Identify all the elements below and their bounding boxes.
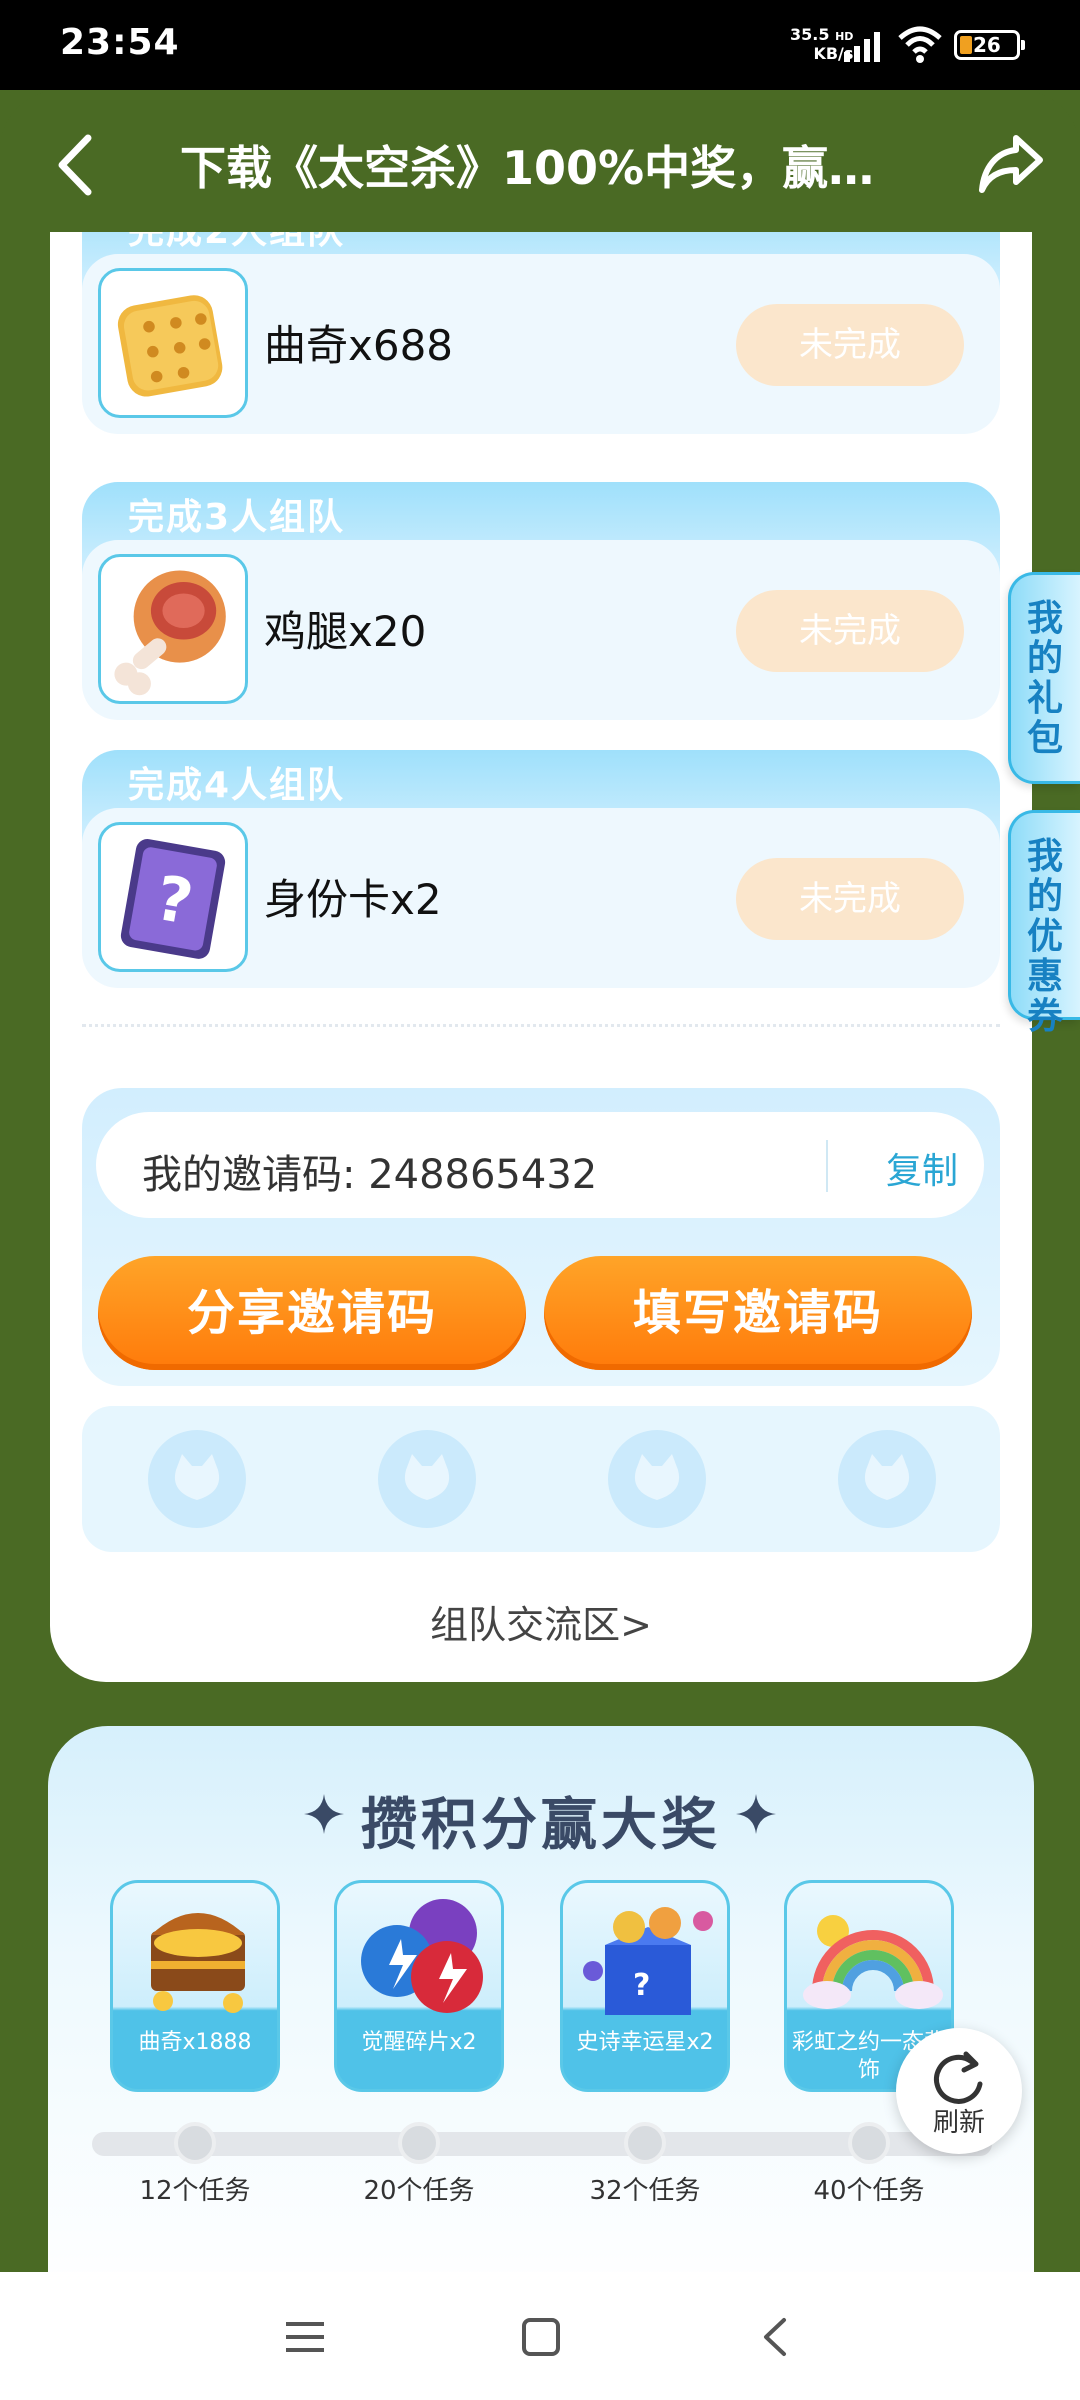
cookie-icon	[98, 268, 248, 418]
reward-status-button[interactable]: 未完成	[736, 858, 964, 940]
lucky-box-icon: ?	[583, 1907, 713, 2015]
team-reward-2: 完成2人组队 曲奇x688 未完成	[82, 232, 1000, 434]
reward-status-button[interactable]: 未完成	[736, 304, 964, 386]
avatar-placeholder[interactable]	[378, 1430, 476, 1528]
progress-node	[624, 2122, 666, 2164]
sparkle-icon	[736, 1794, 776, 1834]
task-count-label: 32个任务	[589, 2176, 701, 2206]
avatar-placeholder[interactable]	[608, 1430, 706, 1528]
page-header: 下载《太空杀》100%中奖，赢赛...	[0, 90, 1080, 240]
reward-title: 完成4人组队	[128, 765, 346, 806]
menu-icon[interactable]	[282, 2314, 328, 2360]
system-nav-bar	[0, 2272, 1080, 2400]
my-coupon-label: 我的优惠券	[1026, 836, 1063, 1037]
awakening-shard-icon	[361, 1899, 483, 2013]
team-reward-4: 完成4人组队 ? 身份卡x2 未完成	[82, 750, 1000, 988]
team-card: 完成2人组队 曲奇x688 未完成 完成3人组队	[50, 232, 1032, 1682]
reward-status-button[interactable]: 未完成	[736, 590, 964, 672]
reward-item-name: 鸡腿x20	[264, 607, 427, 656]
reward-title: 完成2人组队	[128, 232, 345, 254]
milestone-label: 史诗幸运星x2	[576, 2030, 714, 2055]
panel-title: 攒积分赢大奖	[361, 1793, 721, 1858]
share-invite-code-button[interactable]: 分享邀请码	[98, 1256, 526, 1370]
milestone-reward[interactable]: ? 史诗幸运星x2	[560, 1880, 730, 2092]
reward-title: 完成3人组队	[128, 497, 346, 538]
identity-card-icon: ?	[98, 822, 248, 972]
my-gift-tab[interactable]: 我的礼包	[1008, 572, 1080, 784]
refresh-button[interactable]: 刷新	[896, 2028, 1022, 2154]
fill-invite-code-button[interactable]: 填写邀请码	[544, 1256, 972, 1370]
team-chat-link[interactable]: 组队交流区>	[50, 1594, 1032, 1649]
signal-icon	[844, 32, 880, 62]
reward-item-name: 曲奇x688	[264, 321, 454, 370]
page-title: 下载《太空杀》100%中奖，赢赛...	[180, 141, 900, 195]
points-reward-panel: 攒积分赢大奖 曲奇x1888 觉醒碎片x2 ? 史诗幸运星x2 彩虹之约一态背饰…	[48, 1726, 1034, 2306]
progress-node	[174, 2122, 216, 2164]
svg-text:?: ?	[633, 1968, 650, 2003]
treasure-chest-icon	[151, 1913, 245, 2013]
status-time: 23:54	[60, 22, 180, 63]
network-speed-value: 35.5	[790, 25, 830, 44]
milestone-label: 觉醒碎片x2	[361, 2030, 477, 2055]
avatar-placeholder[interactable]	[148, 1430, 246, 1528]
copy-button[interactable]: 复制	[886, 1142, 958, 1194]
progress-node	[398, 2122, 440, 2164]
back-icon[interactable]	[754, 2314, 800, 2360]
milestone-reward[interactable]: 觉醒碎片x2	[334, 1880, 504, 2092]
refresh-label: 刷新	[932, 2108, 985, 2138]
reward-item-name: 身份卡x2	[264, 875, 442, 924]
team-members	[82, 1406, 1000, 1552]
invite-code-bar: 我的邀请码: 248865432 复制	[96, 1112, 984, 1218]
share-icon[interactable]	[976, 128, 1046, 198]
drumstick-icon	[98, 554, 248, 704]
milestone-label: 曲奇x1888	[138, 2030, 252, 2055]
avatar-placeholder[interactable]	[838, 1430, 936, 1528]
my-coupon-tab[interactable]: 我的优惠券	[1008, 810, 1080, 1037]
home-icon[interactable]	[518, 2314, 564, 2360]
task-count-label: 12个任务	[139, 2176, 251, 2206]
separator	[826, 1140, 828, 1192]
battery-icon: 26	[954, 30, 1025, 60]
task-count-label: 40个任务	[813, 2176, 925, 2206]
invite-code-label: 我的邀请码: 248865432	[142, 1152, 598, 1198]
milestone-reward[interactable]: 曲奇x1888	[110, 1880, 280, 2092]
back-arrow-icon[interactable]	[52, 130, 96, 200]
invite-section: 我的邀请码: 248865432 复制 分享邀请码 填写邀请码	[82, 1088, 1000, 1386]
wifi-icon	[898, 26, 942, 63]
team-reward-3: 完成3人组队 鸡腿x20 未完成	[82, 482, 1000, 720]
battery-level: 26	[973, 33, 1001, 57]
rainbow-icon	[803, 1915, 943, 2009]
divider	[82, 1024, 1000, 1027]
my-gift-label: 我的礼包	[1026, 598, 1063, 759]
task-count-label: 20个任务	[363, 2176, 475, 2206]
status-bar: 23:54 35.5 HD KB/s 26	[0, 0, 1080, 90]
progress-node	[848, 2122, 890, 2164]
